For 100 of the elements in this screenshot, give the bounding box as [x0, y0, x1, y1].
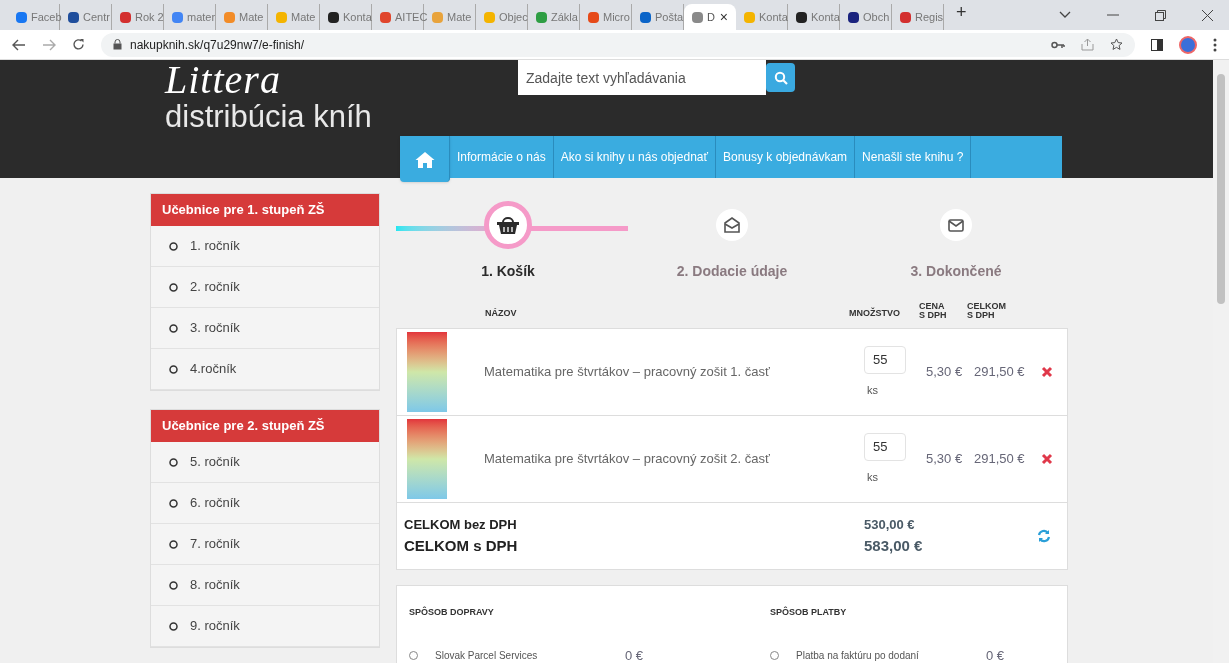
section-heading: SPÔSOB PLATBY: [770, 606, 848, 619]
section-heading: SPÔSOB DOPRAVY: [409, 606, 495, 619]
category-header: Učebnice pre 2. stupeň ZŠ: [151, 410, 379, 442]
tab-title: Objec: [499, 9, 528, 25]
chevron-down-icon[interactable]: [1059, 11, 1071, 19]
search-button[interactable]: [766, 63, 795, 92]
quantity-field[interactable]: 55: [864, 345, 906, 374]
category-label: 7. ročník: [190, 535, 240, 554]
circle-bullet-icon: [169, 323, 178, 333]
option-label: Slovak Parcel Services: [435, 648, 539, 663]
back-arrow-icon[interactable]: [12, 38, 26, 51]
close-icon[interactable]: [1202, 9, 1213, 21]
option-price: 0 €: [986, 646, 1005, 663]
total-label: CELKOM s DPH: [404, 535, 519, 556]
reload-icon[interactable]: [72, 38, 85, 51]
site-logo: Littera: [165, 60, 282, 100]
remove-button[interactable]: [1040, 452, 1054, 466]
line-total: 291,50 €: [974, 450, 1026, 469]
search-field[interactable]: Zadajte text vyhľadávania: [518, 60, 766, 95]
close-tab-button[interactable]: ×: [719, 6, 728, 28]
step-label: 2. Dodacie údaje: [676, 262, 788, 281]
profile-avatar[interactable]: [1179, 35, 1197, 54]
category-link[interactable]: 7. ročník: [151, 524, 379, 565]
category-label: 8. ročník: [190, 576, 240, 595]
step-label: 3. Dokončené: [910, 262, 1002, 281]
category-label: 9. ročník: [190, 617, 240, 636]
tab-title: Konta: [759, 9, 788, 25]
star-icon[interactable]: [1110, 38, 1123, 51]
product-title: Matematika pre štvrtákov – pracovný zošit 1. časť: [484, 363, 771, 382]
unit-price: 5,30 €: [926, 450, 964, 469]
category-label: 5. ročník: [190, 453, 240, 472]
close-icon: [1041, 366, 1053, 378]
refresh-button[interactable]: [1037, 529, 1051, 543]
category-link[interactable]: 3. ročník: [151, 308, 379, 349]
category-header: Učebnice pre 1. stupeň ZŠ: [151, 194, 379, 226]
browser-tab[interactable]: D ×: [684, 4, 736, 30]
category-label: 3. ročník: [190, 319, 240, 338]
more-menu-icon[interactable]: [1213, 37, 1217, 52]
key-icon[interactable]: [1051, 40, 1065, 49]
tab-title: Mate: [291, 9, 316, 25]
circle-bullet-icon: [169, 241, 178, 251]
logo-tagline: distribúcia kníh: [165, 100, 372, 134]
category-link[interactable]: 5. ročník: [151, 442, 379, 483]
tab-title: Zákla: [551, 9, 578, 25]
category-label: 6. ročník: [190, 494, 240, 513]
nav-link[interactable]: Nenašli ste knihu ?: [855, 136, 972, 178]
circle-bullet-icon: [169, 539, 178, 549]
total-value: 583,00 €: [864, 535, 923, 556]
forward-arrow-icon[interactable]: [42, 38, 56, 51]
home-icon: [414, 150, 435, 168]
address-bar[interactable]: nakupknih.sk/q7u29nw7/e-finish/: [101, 32, 1135, 57]
option-label: Platba na faktúru po dodaní: [796, 648, 920, 663]
column-header: CENA S DPH: [919, 302, 948, 320]
total-label: CELKOM bez DPH: [404, 516, 518, 534]
refresh-icon: [1037, 529, 1051, 543]
tab-title: Mate: [239, 9, 264, 25]
category-label: 1. ročník: [190, 237, 240, 256]
category-label: 4.ročník: [190, 360, 237, 379]
column-header: CELKOM S DPH: [967, 302, 1007, 320]
tab-title: Konta: [343, 9, 372, 25]
url-text: nakupknih.sk/q7u29nw7/e-finish/: [130, 36, 305, 54]
nav-link[interactable]: Bonusy k objednávkam: [716, 136, 856, 178]
tab-title: Centr: [83, 9, 110, 25]
circle-bullet-icon: [169, 282, 178, 292]
home-button[interactable]: [400, 136, 450, 182]
tab-title: Regis: [915, 9, 944, 25]
category-link[interactable]: 1. ročník: [151, 226, 379, 267]
unit-label: ks: [867, 469, 878, 485]
total-value: 530,00 €: [864, 516, 916, 534]
share-icon[interactable]: [1081, 38, 1094, 51]
close-icon: [1041, 453, 1053, 465]
search-icon: [773, 70, 788, 85]
column-header: NÁZOV: [485, 306, 518, 320]
new-tab-button[interactable]: +: [956, 0, 967, 26]
envelope-icon: [948, 218, 964, 232]
category-link[interactable]: 8. ročník: [151, 565, 379, 606]
tab-title: Rok 2: [135, 9, 164, 25]
circle-bullet-icon: [169, 580, 178, 590]
category-link[interactable]: 4.ročník: [151, 349, 379, 390]
category-link[interactable]: 9. ročník: [151, 606, 379, 647]
tab-title: Pošta: [655, 9, 684, 25]
remove-button[interactable]: [1040, 365, 1054, 379]
tab-title: Obch: [863, 9, 890, 25]
step-label: 1. Košík: [481, 262, 535, 281]
quantity-field[interactable]: 55: [864, 432, 906, 461]
circle-bullet-icon: [169, 498, 178, 508]
circle-bullet-icon: [169, 364, 178, 374]
side-panel-icon[interactable]: [1151, 38, 1163, 51]
category-link[interactable]: 6. ročník: [151, 483, 379, 524]
tab-title: D: [707, 9, 715, 25]
tab-title: Micro: [603, 9, 630, 25]
nav-link[interactable]: Ako si knihy u nás objednať: [553, 136, 716, 178]
column-header: MNOŽSTVO: [849, 306, 901, 320]
circle-bullet-icon: [169, 457, 178, 467]
tab-title: Mate: [447, 9, 472, 25]
restore-icon[interactable]: [1155, 9, 1166, 21]
nav-link[interactable]: Informácie o nás: [450, 136, 554, 178]
lock-icon: [113, 39, 122, 50]
tab-title: Faceb: [31, 9, 62, 25]
category-link[interactable]: 2. ročník: [151, 267, 379, 308]
